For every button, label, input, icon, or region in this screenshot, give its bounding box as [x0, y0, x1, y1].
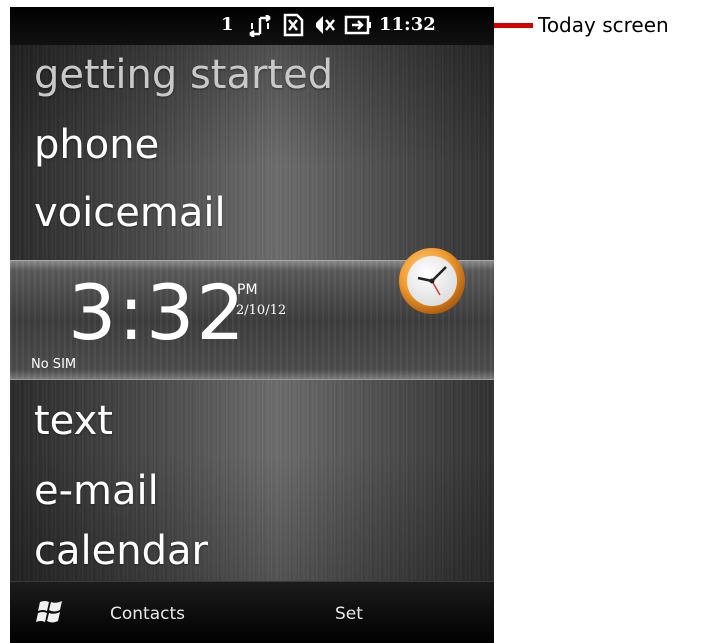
windows-start-icon[interactable] — [36, 598, 66, 630]
figure-canvas: 1 11:32 getting started phone voicemail … — [0, 0, 717, 643]
battery-charging-icon — [344, 14, 372, 36]
status-bar[interactable]: 1 11:32 — [10, 7, 494, 45]
clock-panel[interactable]: 3:32 PM 2/10/12 No SIM — [10, 248, 494, 380]
softkey-bar: Contacts Set — [10, 581, 494, 643]
contacts-softkey[interactable]: Contacts — [110, 604, 185, 624]
clock-time: 3:32 — [68, 268, 247, 357]
callout-label: Today screen — [538, 13, 669, 37]
menu-item-calendar[interactable]: calendar — [34, 527, 208, 575]
today-screen: 1 11:32 getting started phone voicemail … — [10, 7, 494, 643]
set-softkey[interactable]: Set — [335, 604, 363, 624]
no-sim-icon — [281, 13, 305, 37]
menu-item-voicemail[interactable]: voicemail — [34, 189, 226, 237]
menu-item-phone[interactable]: phone — [34, 121, 159, 169]
analog-clock-icon[interactable] — [396, 245, 468, 321]
data-sync-icon — [246, 15, 274, 37]
menu-item-getting-started[interactable]: getting started — [34, 51, 333, 99]
speaker-muted-icon — [313, 14, 337, 36]
signal-indicator: 1 — [221, 14, 234, 35]
menu-item-text[interactable]: text — [34, 397, 113, 445]
clock-date: 2/10/12 — [236, 303, 287, 318]
status-time: 11:32 — [379, 14, 436, 35]
menu-item-email[interactable]: e-mail — [34, 467, 159, 515]
sim-status: No SIM — [31, 357, 77, 372]
clock-ampm: PM — [237, 282, 258, 298]
